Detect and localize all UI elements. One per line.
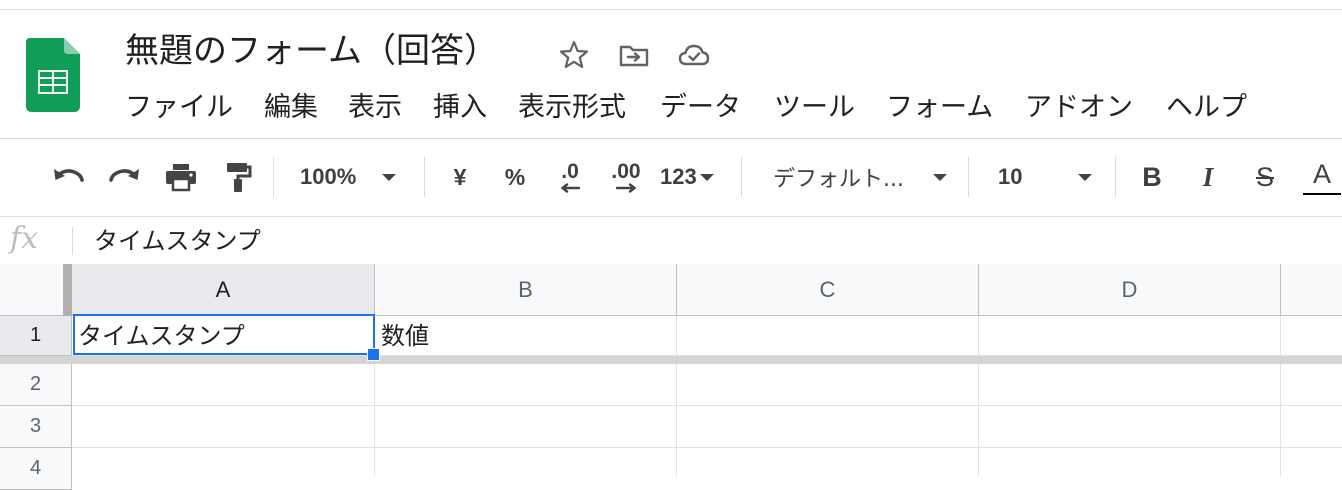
menu-help[interactable]: ヘルプ [1166, 88, 1247, 128]
menu-form[interactable]: フォーム [886, 88, 993, 128]
font-value: デフォルト... [773, 167, 904, 192]
print-icon [166, 164, 196, 192]
increase-decimal-label: .00 [611, 160, 641, 183]
cell-c3[interactable] [677, 406, 979, 448]
decrease-decimal-label: .0 [561, 160, 579, 183]
more-formats-button[interactable]: 123 [660, 159, 724, 195]
italic-button[interactable]: I [1194, 159, 1222, 195]
cell-e3[interactable] [1281, 406, 1342, 448]
percent-button[interactable]: % [500, 159, 530, 195]
italic-icon: I [1202, 161, 1214, 192]
cell-a4[interactable] [72, 448, 375, 476]
menu-data[interactable]: データ [660, 88, 741, 128]
document-title[interactable]: 無題のフォーム（回答） [125, 26, 498, 76]
redo-icon [109, 169, 139, 182]
print-button[interactable] [163, 159, 199, 195]
menu-addons[interactable]: アドオン [1025, 88, 1133, 128]
spreadsheet-grid: A B C D 1 2 3 4 タイムスタンプ 数値 [0, 264, 1342, 490]
fill-handle[interactable] [367, 348, 380, 361]
menu-edit[interactable]: 編集 [264, 88, 318, 128]
chevron-down-icon [699, 173, 714, 181]
select-all-corner[interactable] [0, 264, 72, 316]
top-border [0, 9, 1342, 10]
arrow-right-icon [615, 183, 637, 193]
cell-d1[interactable] [979, 316, 1281, 356]
menu-insert[interactable]: 挿入 [433, 88, 487, 128]
bold-icon: B [1142, 161, 1162, 192]
menu-format[interactable]: 表示形式 [518, 88, 626, 128]
cell-a2[interactable] [72, 364, 375, 406]
chevron-down-icon [1078, 173, 1092, 181]
cell-b4[interactable] [375, 448, 677, 476]
increase-decimal-button[interactable]: .00 [604, 159, 648, 195]
cell-e1[interactable] [1281, 316, 1342, 356]
zoom-select[interactable]: 100% [300, 159, 412, 195]
more-formats-label: 123 [660, 164, 697, 189]
chevron-down-icon [382, 173, 397, 181]
column-header-d[interactable]: D [979, 264, 1281, 316]
font-size-select[interactable]: 10 [998, 159, 1102, 195]
percent-label: % [504, 163, 526, 190]
column-header-a[interactable]: A [72, 264, 375, 316]
toolbar-divider [968, 157, 969, 197]
paint-format-icon [227, 163, 252, 192]
redo-button[interactable] [107, 159, 143, 195]
currency-label: ¥ [453, 163, 467, 190]
formula-input[interactable]: タイムスタンプ [94, 221, 261, 261]
cell-c1[interactable] [677, 316, 979, 356]
selected-cell-outline [73, 314, 375, 355]
formula-divider [72, 227, 73, 255]
text-color-button[interactable]: A [1303, 159, 1341, 195]
star-icon[interactable] [557, 38, 591, 72]
bold-button[interactable]: B [1138, 159, 1166, 195]
cell-a3[interactable] [72, 406, 375, 448]
menu-file[interactable]: ファイル [125, 88, 233, 128]
cell-c4[interactable] [677, 448, 979, 476]
cell-c2[interactable] [677, 364, 979, 406]
font-size-value: 10 [998, 164, 1023, 189]
toolbar-divider [741, 157, 742, 197]
strikethrough-icon: S [1255, 161, 1274, 192]
row-header-1[interactable]: 1 [0, 316, 72, 356]
cell-b1[interactable]: 数値 [375, 316, 677, 356]
freeze-row-divider[interactable] [0, 356, 1342, 364]
strikethrough-button[interactable]: S [1251, 159, 1279, 195]
toolbar: 100% ¥ % .0 .00 123 デフォルト... 10 B I S A [0, 139, 1342, 215]
cell-b2[interactable] [375, 364, 677, 406]
paint-format-button[interactable] [221, 159, 255, 195]
cell-d2[interactable] [979, 364, 1281, 406]
freeze-column-handle[interactable] [63, 264, 72, 316]
font-select[interactable]: デフォルト... [773, 159, 953, 195]
cell-e2[interactable] [1281, 364, 1342, 406]
column-header-c[interactable]: C [677, 264, 979, 316]
menu-view[interactable]: 表示 [348, 88, 402, 128]
row-header-2[interactable]: 2 [0, 364, 72, 406]
undo-icon [54, 169, 84, 182]
toolbar-divider [273, 157, 274, 197]
cell-e4[interactable] [1281, 448, 1342, 476]
row-header-3[interactable]: 3 [0, 406, 72, 448]
menu-tools[interactable]: ツール [774, 88, 855, 128]
column-header-b[interactable]: B [375, 264, 677, 316]
chevron-down-icon [933, 173, 947, 181]
toolbar-divider [1115, 157, 1116, 197]
move-to-folder-icon[interactable] [617, 38, 651, 72]
text-color-icon: A [1312, 159, 1331, 189]
cell-d3[interactable] [979, 406, 1281, 448]
column-header-e[interactable] [1281, 264, 1342, 316]
formula-bar: fx タイムスタンプ [0, 216, 1342, 265]
cell-b3[interactable] [375, 406, 677, 448]
text-color-swatch [1303, 193, 1341, 195]
row-header-4[interactable]: 4 [0, 448, 72, 490]
cell-d4[interactable] [979, 448, 1281, 476]
fx-icon: fx [10, 221, 39, 256]
decrease-decimal-button[interactable]: .0 [550, 159, 590, 195]
currency-button[interactable]: ¥ [446, 159, 474, 195]
zoom-value: 100% [300, 164, 357, 189]
cloud-saved-icon[interactable] [677, 38, 711, 72]
google-sheets-logo-icon[interactable] [26, 38, 80, 112]
arrow-left-icon [560, 183, 581, 193]
undo-button[interactable] [50, 159, 86, 195]
toolbar-divider [424, 157, 425, 197]
